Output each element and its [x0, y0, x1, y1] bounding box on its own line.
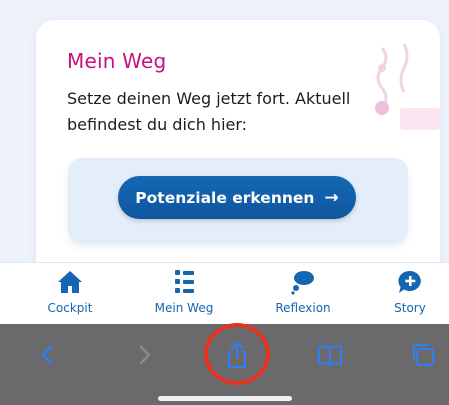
back-button[interactable] — [33, 340, 63, 370]
bookmarks-icon — [318, 345, 342, 366]
bookmarks-button[interactable] — [315, 340, 345, 370]
tab-label: Cockpit — [47, 301, 93, 315]
forward-button[interactable] — [129, 340, 159, 370]
tab-label: Story — [394, 301, 426, 315]
tab-mein-weg[interactable]: Mein Weg — [139, 269, 229, 321]
forward-icon — [139, 345, 151, 365]
tab-cockpit[interactable]: Cockpit — [25, 269, 115, 321]
back-icon — [41, 345, 53, 365]
chat-plus-icon — [398, 270, 421, 293]
tabs-button[interactable] — [408, 340, 438, 370]
mein-weg-card: Mein Weg Setze deinen Weg jetzt fort. Ak… — [36, 20, 440, 280]
next-step-panel: Potenziale erkennen → — [68, 158, 408, 244]
potenziale-erkennen-button[interactable]: Potenziale erkennen → — [118, 176, 356, 219]
highlight-circle — [204, 323, 270, 385]
home-icon — [58, 271, 82, 293]
tab-label: Reflexion — [275, 301, 331, 315]
tab-reflexion[interactable]: Reflexion — [258, 269, 348, 321]
button-label: Potenziale erkennen — [135, 188, 315, 207]
tabs-icon — [413, 344, 434, 366]
arrow-right-icon: → — [324, 187, 339, 208]
tab-label: Mein Weg — [154, 301, 214, 315]
path-illustration-icon — [375, 43, 440, 130]
bottom-tab-bar: Cockpit Mein Weg Reflexion Story — [0, 262, 449, 324]
card-title: Mein Weg — [67, 49, 167, 73]
path-icon — [175, 270, 194, 293]
card-description: Setze deinen Weg jetzt fort. Aktuell bef… — [67, 89, 351, 134]
home-indicator — [158, 396, 292, 401]
thought-bubble-icon — [291, 271, 314, 295]
scroll-content[interactable]: Mein Weg Setze deinen Weg jetzt fort. Ak… — [0, 0, 449, 280]
app-screen: Mein Weg Setze deinen Weg jetzt fort. Ak… — [0, 0, 449, 405]
tab-story[interactable]: Story — [365, 269, 449, 321]
